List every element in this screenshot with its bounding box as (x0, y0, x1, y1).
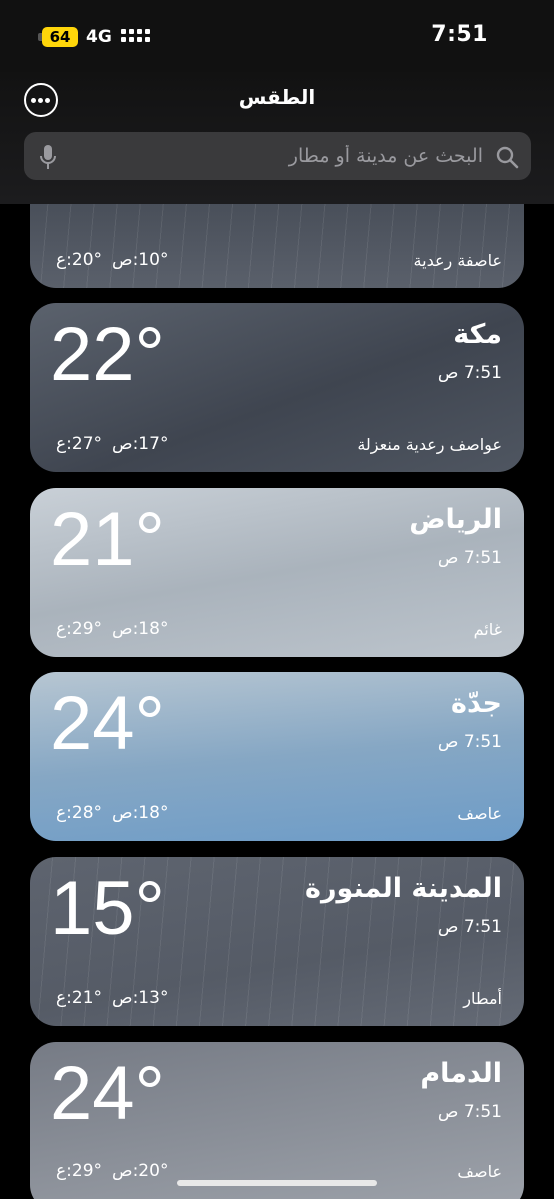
local-time: 7:51 ص (437, 917, 502, 937)
high-low: ع:‎21° ص:‎13° (56, 988, 169, 1008)
local-time: 7:51 ص (437, 363, 502, 383)
city-name: الدمام (420, 1058, 502, 1089)
temperature: 22° (50, 312, 165, 397)
status-bar: 64 4G 7:51 (0, 0, 554, 72)
temperature: 24° (50, 1051, 165, 1136)
high-low: ع:‎28° ص:‎18° (56, 803, 169, 823)
battery-icon: 64 (42, 27, 78, 47)
city-name: مكة (453, 319, 502, 350)
temperature: 15° (50, 866, 165, 951)
weather-card-madinah[interactable]: 15° المدينة المنورة 7:51 ص أمطار ع:‎21° ص… (30, 857, 524, 1026)
home-indicator[interactable] (177, 1180, 377, 1186)
weather-condition: عواصف رعدية منعزلة (357, 435, 502, 454)
network-type: 4G (86, 27, 112, 47)
status-time: 7:51 (431, 22, 488, 47)
weather-card-dammam[interactable]: 24° الدمام 7:51 ص عاصف ع:‎29° ص:‎20° (30, 1042, 524, 1199)
city-name: جدّة (451, 688, 502, 719)
microphone-icon[interactable] (38, 144, 58, 170)
temperature: 21° (50, 497, 165, 582)
local-time: 7:51 ص (437, 1102, 502, 1122)
page-title: الطقس (238, 85, 316, 109)
signal-icon (121, 27, 151, 47)
temperature: 24° (50, 681, 165, 766)
weather-card-makkah[interactable]: 22° مكة 7:51 ص عواصف رعدية منعزلة ع:‎27°… (30, 303, 524, 472)
weather-condition: عاصف (457, 804, 502, 823)
weather-condition: غائم (473, 620, 502, 639)
weather-card-riyadh[interactable]: 21° الرياض 7:51 ص غائم ع:‎29° ص:‎18° (30, 488, 524, 657)
high-low: ع:‎27° ص:‎17° (56, 434, 169, 454)
city-name: المدينة المنورة (305, 873, 502, 904)
weather-condition: أمطار (463, 989, 502, 1008)
weather-condition: عاصفة رعدية (413, 251, 502, 270)
search-icon (496, 146, 519, 169)
search-input[interactable] (84, 132, 483, 180)
high-low: ع:‎20° ص:‎10° (56, 250, 169, 270)
high-low: ع:‎29° ص:‎18° (56, 619, 169, 639)
local-time: 7:51 ص (437, 548, 502, 568)
search-bar[interactable] (24, 132, 531, 180)
local-time: 7:51 ص (437, 732, 502, 752)
high-low: ع:‎29° ص:‎20° (56, 1161, 169, 1181)
weather-condition: عاصف (457, 1162, 502, 1181)
city-name: الرياض (409, 504, 502, 535)
header: الطقس (0, 72, 554, 204)
weather-card-jeddah[interactable]: 24° جدّة 7:51 ص عاصف ع:‎28° ص:‎18° (30, 672, 524, 841)
